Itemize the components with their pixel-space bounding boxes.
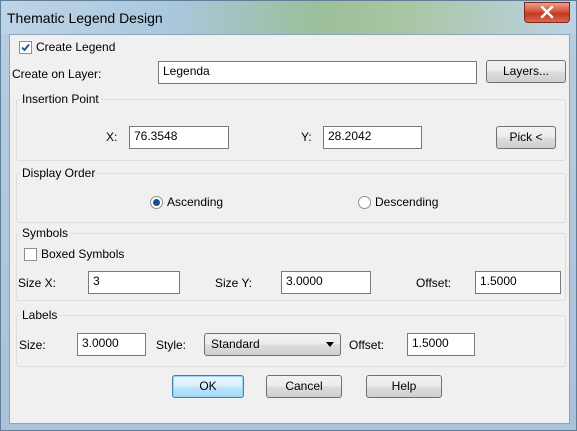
layer-input[interactable]: Legenda [158,61,477,84]
insertion-y-label: Y: [301,130,312,144]
symbol-offset-input[interactable]: 1.5000 [475,271,561,294]
label-offset-input[interactable]: 1.5000 [407,333,475,356]
label-style-select[interactable]: Standard [204,333,341,356]
label-size-label: Size: [19,338,46,352]
insertion-point-group [16,99,566,161]
labels-title: Labels [20,308,60,322]
cancel-button[interactable]: Cancel [266,375,342,398]
insertion-point-title: Insertion Point [20,92,101,106]
symbol-size-x-label: Size X: [18,276,57,290]
dialog-window: Thematic Legend Design Create Legend Cre… [0,0,577,431]
label-offset-label: Offset: [349,338,385,352]
create-legend-checkbox[interactable] [19,41,32,54]
label-style-value: Standard [211,337,260,351]
label-style-label: Style: [156,338,187,352]
descending-radio[interactable] [358,196,371,209]
close-button[interactable] [524,2,570,23]
descending-label: Descending [375,195,439,209]
boxed-symbols-checkbox[interactable] [24,248,37,261]
ok-button[interactable]: OK [172,375,244,398]
layers-button[interactable]: Layers... [486,60,566,83]
display-order-group [16,173,566,223]
dialog-body: Create Legend Create on Layer: Legenda L… [9,34,570,424]
boxed-symbols-label: Boxed Symbols [41,247,125,261]
checkmark-icon [21,43,30,52]
pick-button[interactable]: Pick < [496,126,556,149]
ascending-label: Ascending [167,195,224,209]
label-size-input[interactable]: 3.0000 [77,333,146,356]
ascending-radio[interactable] [150,196,163,209]
layer-label: Create on Layer: [12,67,102,81]
insertion-y-input[interactable]: 28.2042 [323,126,422,149]
symbol-size-x-input[interactable]: 3 [88,271,180,294]
symbol-size-y-label: Size Y: [215,276,253,290]
display-order-title: Display Order [20,166,98,180]
symbol-offset-label: Offset: [416,276,452,290]
insertion-x-label: X: [106,130,118,144]
create-legend-label: Create Legend [36,40,116,54]
window-title: Thematic Legend Design [7,10,163,26]
insertion-x-input[interactable]: 76.3548 [129,126,229,149]
radio-dot [153,199,160,206]
chevron-down-icon [326,342,334,347]
title-bar[interactable]: Thematic Legend Design [1,1,576,34]
symbols-title: Symbols [20,226,71,240]
help-button[interactable]: Help [366,375,442,398]
close-icon [540,6,554,19]
symbol-size-y-input[interactable]: 3.0000 [281,271,371,294]
